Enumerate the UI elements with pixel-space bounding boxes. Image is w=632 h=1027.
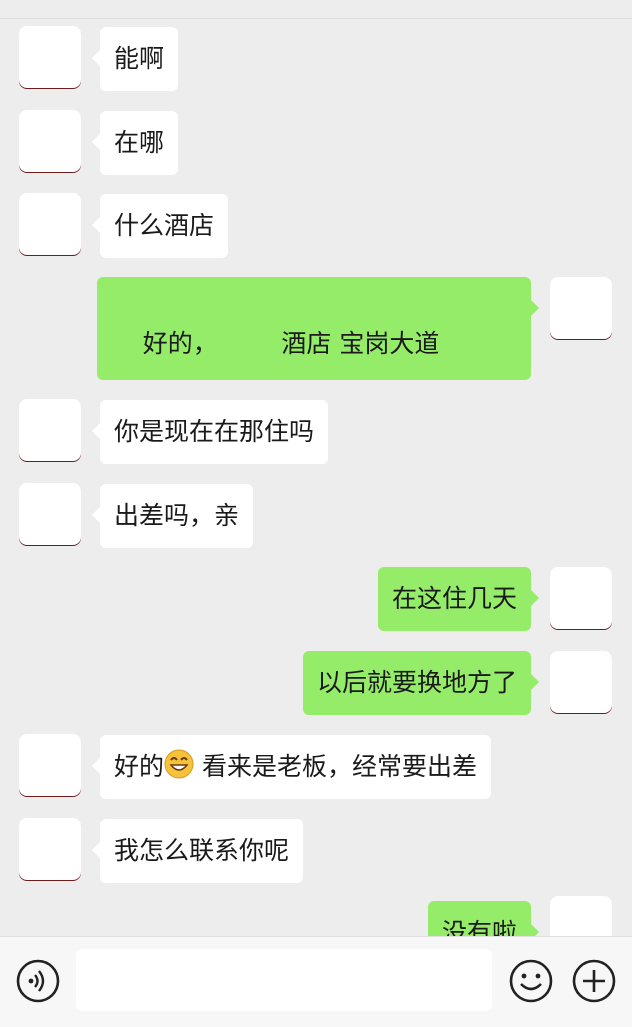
message-bubble-incoming[interactable]: 在哪 [91,111,179,175]
avatar[interactable] [19,734,81,796]
message-text: 出差吗，亲 [114,501,240,530]
message-text: 什么酒店 [114,211,215,240]
plus-icon[interactable] [571,958,617,1004]
message-text: 没有啦 [441,918,517,936]
chat-message-list[interactable]: 能啊 在哪 什么酒店 好的， 酒店 宝岗大道 你是现在在那住吗 出差吗，亲 在这… [0,0,632,936]
emoji-icon[interactable] [508,958,554,1004]
message-bubble-outgoing[interactable]: 在这住几天 [377,567,540,631]
avatar-self[interactable] [550,896,612,936]
input-bar [0,936,632,1027]
message-text: 在这住几天 [391,584,517,613]
message-text: 好的， 酒店 宝岗大道 [142,329,440,358]
message-text: 在哪 [114,128,165,157]
avatar-self[interactable] [550,567,612,629]
avatar[interactable] [19,399,81,461]
avatar-self[interactable] [550,277,612,339]
message-text: 我怎么联系你呢 [114,836,290,865]
message-bubble-incoming[interactable]: 好的 看来是老板，经常要出差 [92,735,491,799]
avatar[interactable] [19,818,81,880]
avatar-self[interactable] [550,651,612,713]
message-text: 以后就要换地方了 [316,668,517,697]
avatar[interactable] [19,193,81,255]
message-bubble-outgoing[interactable]: 没有啦 [427,901,540,936]
message-input[interactable] [76,949,492,1011]
voice-icon[interactable] [15,958,61,1004]
avatar[interactable] [19,483,81,545]
message-text: 你是现在在那住吗 [114,417,315,446]
message-text: 看来是老板，经常要出差 [194,752,477,781]
message-bubble-incoming[interactable]: 什么酒店 [91,194,229,258]
message-text: 能啊 [114,44,165,73]
message-text: 好的 [114,752,165,781]
avatar[interactable] [19,110,81,172]
avatar[interactable] [19,26,81,88]
grinning-face-icon [164,749,194,779]
message-bubble-incoming[interactable]: 我怎么联系你呢 [91,819,304,883]
message-bubble-incoming[interactable]: 能啊 [91,27,179,91]
message-bubble-outgoing[interactable]: 以后就要换地方了 [302,651,540,715]
message-bubble-outgoing[interactable]: 好的， 酒店 宝岗大道 [97,277,539,380]
message-bubble-incoming[interactable]: 出差吗，亲 [91,484,254,548]
message-bubble-incoming[interactable]: 你是现在在那住吗 [91,400,329,464]
